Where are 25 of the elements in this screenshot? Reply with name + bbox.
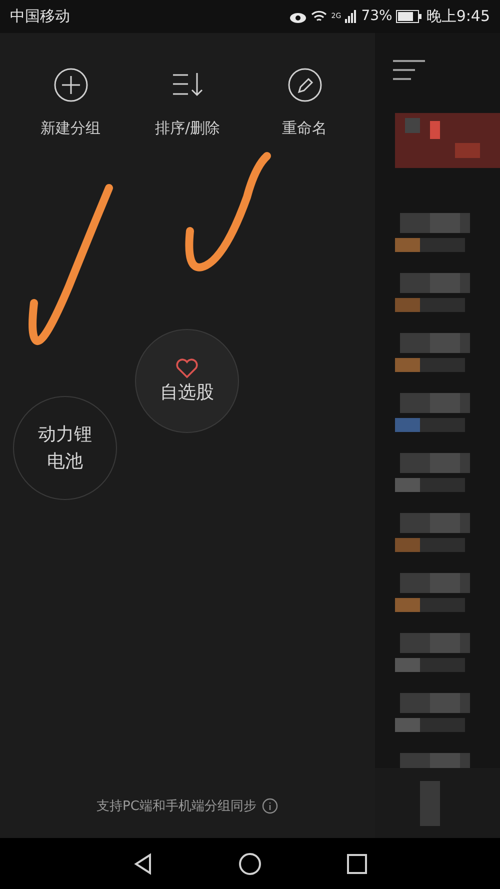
battery-icon bbox=[396, 10, 422, 23]
carrier-name: 中国移动 bbox=[10, 6, 70, 28]
group-action-button[interactable]: 重命名 bbox=[254, 67, 354, 140]
wifi-icon bbox=[311, 10, 328, 23]
group-bubble[interactable]: 自选股 bbox=[135, 329, 239, 433]
action-label: 排序/删除 bbox=[154, 118, 220, 139]
group-action-button[interactable]: 排序/删除 bbox=[138, 67, 238, 140]
info-icon[interactable] bbox=[262, 798, 278, 814]
group-name: 动力锂电池 bbox=[37, 423, 93, 474]
signal-icon bbox=[345, 10, 358, 23]
group-action-button[interactable]: 新建分组 bbox=[20, 67, 120, 140]
group-bubble[interactable]: 动力锂电池 bbox=[13, 396, 117, 500]
action-label: 新建分组 bbox=[40, 118, 100, 139]
clock-time: 晚上9:45 bbox=[426, 6, 490, 28]
heart-icon bbox=[175, 356, 199, 378]
plus-circle-icon bbox=[52, 67, 88, 103]
pencil-circle-icon bbox=[286, 67, 322, 103]
battery-percent: 73% bbox=[361, 7, 392, 26]
home-icon[interactable] bbox=[238, 852, 262, 876]
group-name: 自选股 bbox=[159, 380, 215, 404]
eye-icon bbox=[289, 10, 308, 22]
sync-note: 支持PC端和手机端分组同步 bbox=[96, 798, 256, 816]
recents-icon[interactable] bbox=[346, 852, 368, 874]
back-icon[interactable] bbox=[132, 852, 154, 874]
action-label: 重命名 bbox=[282, 118, 327, 139]
